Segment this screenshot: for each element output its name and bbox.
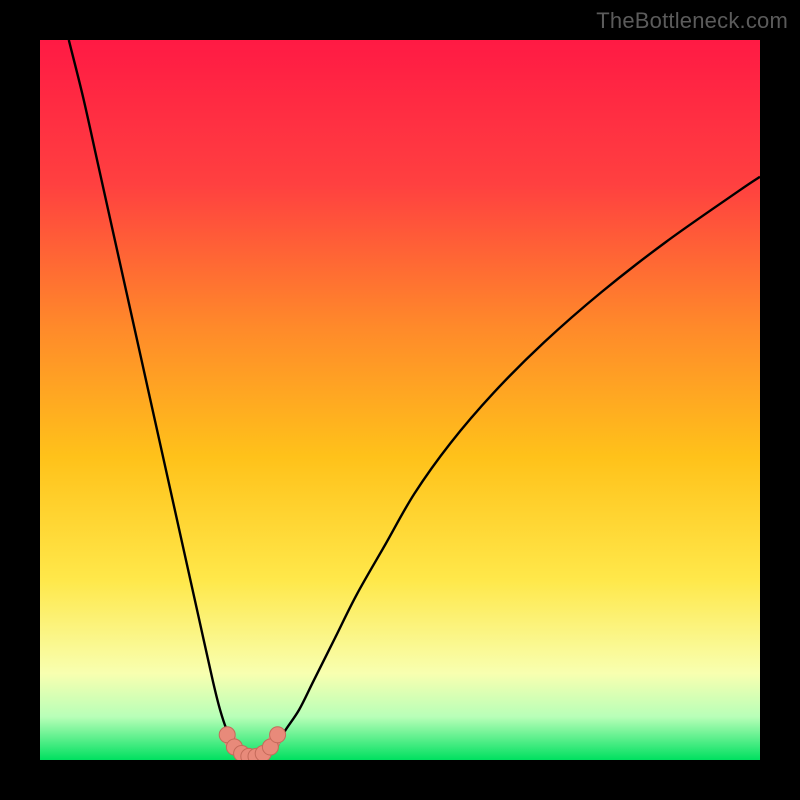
plot-area — [40, 40, 760, 760]
bottleneck-chart — [40, 40, 760, 760]
valley-marker — [270, 727, 286, 743]
gradient-background — [40, 40, 760, 760]
watermark-text: TheBottleneck.com — [596, 8, 788, 34]
outer-frame: TheBottleneck.com — [0, 0, 800, 800]
